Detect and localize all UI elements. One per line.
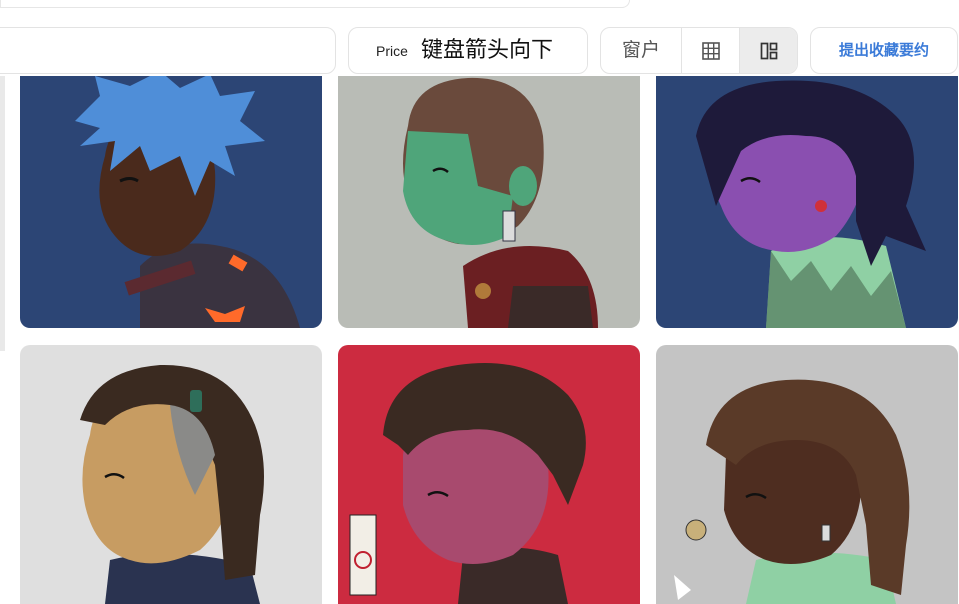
nft-card[interactable] (20, 345, 322, 604)
sort-dropdown-label: Price (376, 43, 408, 59)
nft-gallery-grid (0, 76, 959, 604)
masonry-icon (760, 42, 778, 59)
masonry-view-button[interactable] (740, 28, 797, 73)
filter-toolbar: Price 键盘箭头向下 窗户 提出收藏要约 (0, 24, 959, 76)
nft-card[interactable] (656, 76, 958, 328)
nft-artwork-image (338, 76, 640, 328)
make-collection-offer-button[interactable]: 提出收藏要约 (810, 27, 958, 74)
nft-card[interactable] (338, 345, 640, 604)
nft-card[interactable] (338, 76, 640, 328)
search-input[interactable] (0, 27, 336, 74)
nft-card[interactable] (20, 76, 322, 328)
nft-artwork-image (20, 345, 322, 604)
top-panel-edge (0, 0, 630, 8)
grid-view-button[interactable] (682, 28, 740, 73)
grid-icon (701, 41, 720, 60)
sort-dropdown[interactable]: Price 键盘箭头向下 (348, 27, 588, 74)
view-toggle-group: 窗户 (600, 27, 798, 74)
nft-artwork-image (20, 76, 322, 328)
left-scroll-track (0, 76, 5, 351)
ime-composition-text: 键盘箭头向下 (414, 29, 587, 72)
nft-artwork-image (338, 345, 640, 604)
nft-artwork-image (656, 76, 958, 328)
nft-card[interactable] (656, 345, 958, 604)
nft-artwork-image (656, 345, 958, 604)
view-window-button[interactable]: 窗户 (601, 28, 682, 73)
